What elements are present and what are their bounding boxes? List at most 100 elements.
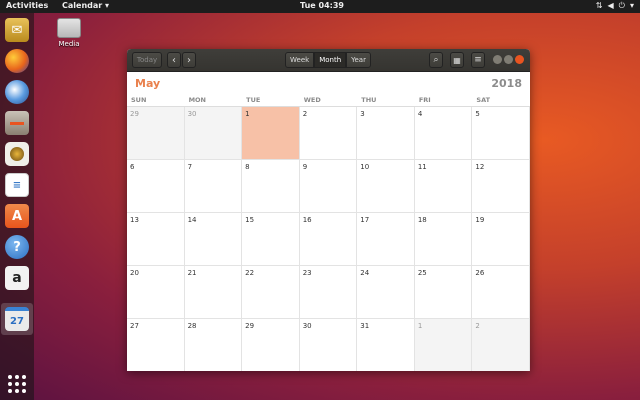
weekday-tue: TUE xyxy=(246,96,261,104)
day-cell[interactable]: 13 xyxy=(127,213,185,266)
day-number: 29 xyxy=(130,110,139,118)
day-number: 15 xyxy=(245,216,255,224)
activities-button[interactable]: Activities xyxy=(6,1,48,10)
day-number: 31 xyxy=(360,322,370,330)
network-icon: ⇅ xyxy=(595,1,603,10)
day-cell[interactable]: 30 xyxy=(299,319,358,371)
files-manager-icon[interactable]: ✉ xyxy=(5,18,29,42)
dock: ✉ ≡ A ? a 27 xyxy=(0,13,34,400)
firefox-icon[interactable] xyxy=(5,49,29,73)
day-cell[interactable]: 5 xyxy=(472,107,530,160)
day-number: 24 xyxy=(360,269,370,277)
header-bar: Today ‹ › Week Month Year ⌕ ▦ ≡ xyxy=(127,49,530,72)
day-cell[interactable]: 23 xyxy=(299,266,358,319)
tab-month[interactable]: Month xyxy=(314,52,347,68)
day-number: 28 xyxy=(187,322,197,330)
day-cell[interactable]: 17 xyxy=(357,213,415,266)
day-number: 13 xyxy=(130,216,139,224)
rhythmbox-icon[interactable] xyxy=(5,142,29,166)
close-icon[interactable] xyxy=(515,55,524,64)
previous-button[interactable]: ‹ xyxy=(167,52,181,68)
day-number: 26 xyxy=(475,269,485,277)
day-number: 8 xyxy=(245,163,250,171)
drive-icon xyxy=(57,18,81,38)
top-bar: Activities Calendar ▾ Tue 04:39 ⇅ ◀ ⏻ ▾ xyxy=(0,0,640,13)
next-button[interactable]: › xyxy=(182,52,196,68)
day-cell[interactable]: 15 xyxy=(242,213,300,266)
help-icon[interactable]: ? xyxy=(5,235,29,259)
add-calendar-icon[interactable]: ▦ xyxy=(450,52,464,68)
day-number: 9 xyxy=(302,163,308,171)
day-number: 29 xyxy=(245,322,255,330)
files-icon[interactable] xyxy=(5,111,29,135)
day-cell[interactable]: 29 xyxy=(242,319,300,371)
day-cell[interactable]: 16 xyxy=(299,213,358,266)
day-number: 23 xyxy=(302,269,312,277)
today-button[interactable]: Today xyxy=(132,52,162,68)
day-number: 1 xyxy=(245,110,250,118)
weekday-mon: MON xyxy=(188,96,206,104)
day-cell[interactable]: 22 xyxy=(242,266,300,319)
thunderbird-icon[interactable] xyxy=(5,80,29,104)
desktop-media-icon[interactable]: Media xyxy=(52,18,86,48)
software-center-icon[interactable]: A xyxy=(5,204,29,228)
day-number: 18 xyxy=(417,216,427,224)
day-cell[interactable]: 11 xyxy=(414,160,473,213)
day-cell[interactable]: 28 xyxy=(184,319,243,371)
amazon-icon[interactable]: a xyxy=(5,266,29,290)
day-number: 4 xyxy=(417,110,423,118)
maximize-icon[interactable] xyxy=(504,55,513,64)
day-cell[interactable]: 24 xyxy=(357,266,415,319)
day-cell[interactable]: 31 xyxy=(357,319,415,371)
day-number: 2 xyxy=(302,110,308,118)
day-number: 20 xyxy=(130,269,139,277)
day-number: 17 xyxy=(360,216,370,224)
day-cell[interactable]: 6 xyxy=(127,160,185,213)
volume-icon: ◀ xyxy=(607,1,614,10)
day-cell[interactable]: 20 xyxy=(127,266,185,319)
day-cell[interactable]: 1 xyxy=(242,107,300,160)
view-switcher: Week Month Year xyxy=(285,52,371,68)
day-cell[interactable]: 12 xyxy=(472,160,530,213)
day-cell[interactable]: 8 xyxy=(242,160,300,213)
minimize-icon[interactable] xyxy=(493,55,502,64)
search-icon[interactable]: ⌕ xyxy=(429,52,443,68)
day-cell[interactable]: 27 xyxy=(127,319,185,371)
day-cell[interactable]: 3 xyxy=(357,107,415,160)
day-number: 16 xyxy=(302,216,312,224)
day-cell[interactable]: 4 xyxy=(414,107,473,160)
tab-week[interactable]: Week xyxy=(285,52,315,68)
desktop-media-label: Media xyxy=(58,40,80,48)
calendar-window: Today ‹ › Week Month Year ⌕ ▦ ≡ May 2018… xyxy=(127,49,530,371)
day-cell[interactable]: 9 xyxy=(299,160,358,213)
libreoffice-writer-icon[interactable]: ≡ xyxy=(5,173,29,197)
day-cell[interactable]: 29 xyxy=(127,107,185,160)
power-icon: ⏻ xyxy=(618,1,625,10)
day-number: 12 xyxy=(475,163,485,171)
day-cell[interactable]: 21 xyxy=(184,266,243,319)
weekday-thu: THU xyxy=(361,96,377,104)
day-number: 30 xyxy=(302,322,312,330)
day-cell[interactable]: 30 xyxy=(184,107,243,160)
day-cell[interactable]: 18 xyxy=(414,213,473,266)
day-cell[interactable]: 19 xyxy=(472,213,530,266)
menu-icon[interactable]: ≡ xyxy=(471,52,485,68)
clock[interactable]: Tue 04:39 xyxy=(300,1,344,10)
show-applications-icon[interactable] xyxy=(8,375,26,393)
day-number: 5 xyxy=(475,110,480,118)
app-menu[interactable]: Calendar ▾ xyxy=(62,1,109,10)
month-grid: 29 30 1 2 3 4 5 6 7 8 9 10 11 12 13 14 15 16 17 18 19 20 21 22 2… xyxy=(127,106,530,371)
day-cell[interactable]: 7 xyxy=(184,160,243,213)
day-cell[interactable]: 2 xyxy=(299,107,358,160)
day-cell[interactable]: 10 xyxy=(357,160,415,213)
year-title: 2018 xyxy=(491,77,522,90)
day-cell[interactable]: 2 xyxy=(472,319,530,371)
day-cell[interactable]: 26 xyxy=(472,266,530,319)
tab-year[interactable]: Year xyxy=(346,52,371,68)
day-cell[interactable]: 1 xyxy=(414,319,473,371)
day-cell[interactable]: 14 xyxy=(184,213,243,266)
day-number: 1 xyxy=(417,322,423,330)
day-cell[interactable]: 25 xyxy=(414,266,473,319)
system-tray[interactable]: ⇅ ◀ ⏻ ▾ xyxy=(596,1,634,11)
calendar-icon[interactable]: 27 xyxy=(5,307,29,331)
